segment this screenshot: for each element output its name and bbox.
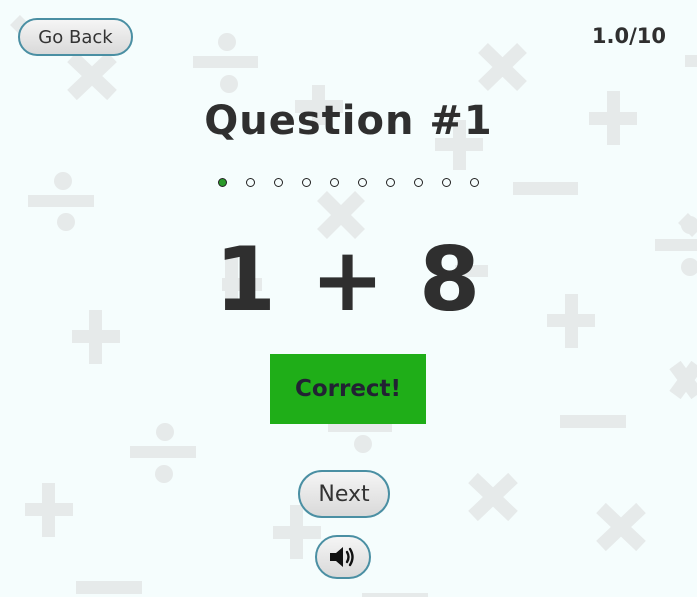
next-button[interactable]: Next [298,470,390,518]
progress-dot [442,178,451,187]
progress-dot [470,178,479,187]
progress-dots [0,178,697,187]
divide-symbol-bg [193,33,258,93]
score-counter: 1.0/10 [591,24,666,48]
progress-dot [386,178,395,187]
progress-dot [330,178,339,187]
go-back-button[interactable]: Go Back [18,18,133,56]
progress-dot [274,178,283,187]
progress-dot [358,178,367,187]
progress-dot [414,178,423,187]
divide-symbol-bg [130,423,196,483]
progress-dot [246,178,255,187]
divide-symbol-bg [328,422,392,453]
result-banner: Correct! [270,354,426,424]
progress-dot [218,178,227,187]
question-title: Question #1 [204,98,493,144]
speaker-icon [330,547,354,567]
sound-button[interactable] [315,535,371,579]
math-problem: 1 + 8 [214,228,483,331]
progress-dot [302,178,311,187]
